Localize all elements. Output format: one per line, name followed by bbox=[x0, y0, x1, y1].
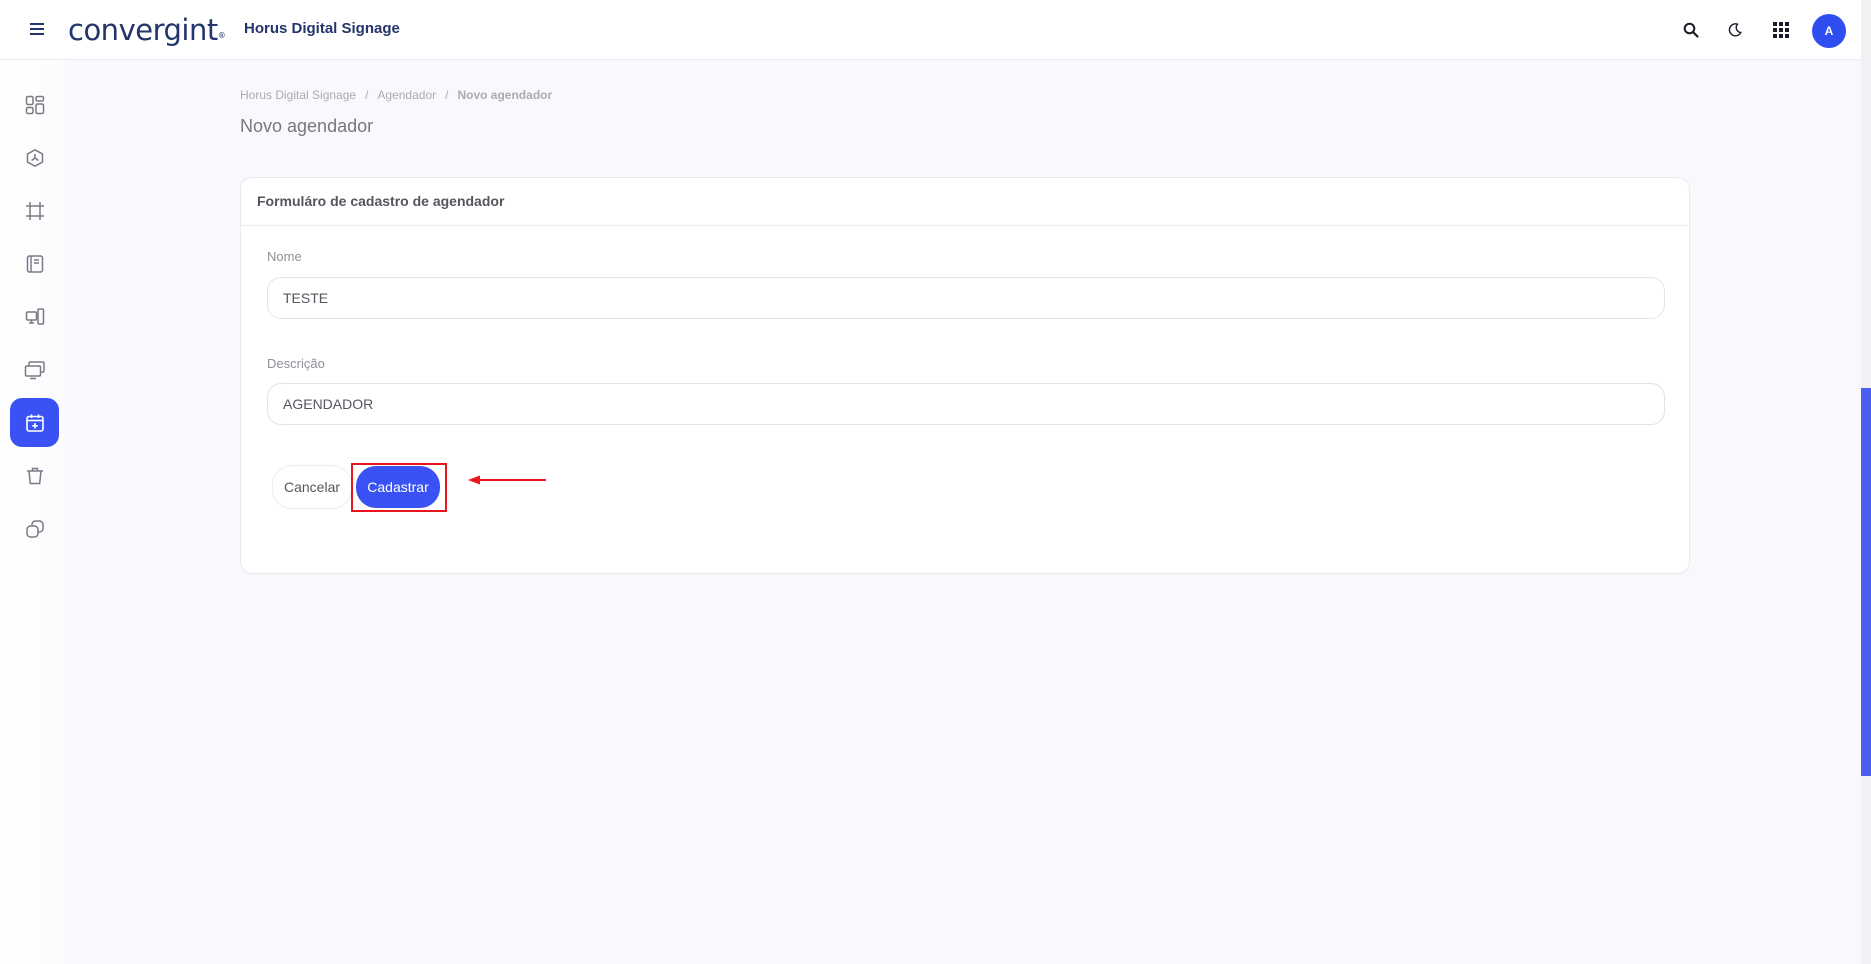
submit-button[interactable]: Cadastrar bbox=[356, 466, 440, 508]
annotation-arrow-icon bbox=[468, 475, 546, 485]
sidebar-item-frame[interactable] bbox=[10, 186, 59, 235]
logo-text: convergint bbox=[68, 13, 218, 47]
cube-icon bbox=[26, 148, 43, 167]
dashboard-icon bbox=[25, 95, 44, 114]
description-input[interactable] bbox=[267, 383, 1665, 425]
sidebar-item-dashboard[interactable] bbox=[10, 80, 59, 129]
sidebar-item-copy[interactable] bbox=[10, 504, 59, 553]
sidebar-item-book[interactable] bbox=[10, 239, 59, 288]
cancel-button[interactable]: Cancelar bbox=[272, 465, 352, 509]
grid-apps-icon[interactable] bbox=[1769, 18, 1793, 42]
frame-icon bbox=[25, 201, 44, 220]
book-icon bbox=[26, 254, 43, 273]
sidebar-item-trash[interactable] bbox=[10, 451, 59, 500]
name-label: Nome bbox=[267, 249, 302, 264]
breadcrumb-item-home[interactable]: Horus Digital Signage bbox=[240, 88, 356, 102]
sidebar-item-devices[interactable] bbox=[10, 292, 59, 341]
breadcrumb-item-scheduler[interactable]: Agendador bbox=[377, 88, 436, 102]
logo-registered-mark: ® bbox=[217, 31, 226, 40]
breadcrumb-separator: / bbox=[445, 88, 449, 102]
card-header: Formuláro de cadastro de agendador bbox=[241, 178, 1689, 226]
scheduler-form-card: Formuláro de cadastro de agendador Nome … bbox=[240, 177, 1690, 574]
page-title: Novo agendador bbox=[240, 116, 374, 136]
sidebar bbox=[0, 60, 70, 964]
scrollbar-thumb[interactable] bbox=[1861, 388, 1871, 776]
user-avatar[interactable]: A bbox=[1812, 14, 1846, 48]
breadcrumb-separator: / bbox=[365, 88, 369, 102]
devices-icon bbox=[25, 307, 44, 325]
app-title: Horus Digital Signage bbox=[244, 20, 400, 37]
copy-icon bbox=[25, 519, 44, 538]
sidebar-item-screens[interactable] bbox=[10, 345, 59, 394]
name-input[interactable] bbox=[267, 277, 1665, 319]
sidebar-item-cube[interactable] bbox=[10, 133, 59, 182]
brand-logo[interactable]: convergint® bbox=[68, 10, 226, 50]
sidebar-item-scheduler[interactable] bbox=[10, 398, 59, 447]
search-icon[interactable] bbox=[1679, 18, 1703, 42]
menu-icon[interactable] bbox=[26, 18, 48, 40]
top-header: convergint® Horus Digital Signage A bbox=[0, 0, 1861, 60]
description-label: Descrição bbox=[267, 356, 325, 371]
moon-icon[interactable] bbox=[1723, 18, 1747, 42]
breadcrumb-item-current: Novo agendador bbox=[457, 88, 553, 102]
calendar-add-icon bbox=[25, 414, 44, 432]
breadcrumb: Horus Digital Signage / Agendador / Novo… bbox=[240, 88, 552, 102]
trash-icon bbox=[26, 467, 43, 484]
screens-icon bbox=[24, 360, 45, 379]
